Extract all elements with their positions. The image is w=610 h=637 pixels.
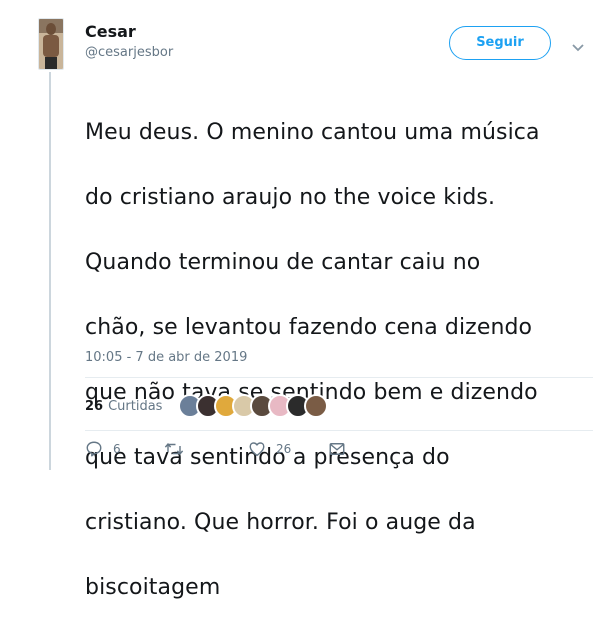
- reply-action[interactable]: 6: [85, 440, 121, 458]
- likes-count[interactable]: 26: [85, 399, 103, 414]
- tweet-text-line: do cristiano araujo no the voice kids.: [85, 184, 496, 210]
- heart-icon: [249, 442, 265, 457]
- tweet-text-line: cristiano. Que horror. Foi o auge da: [85, 509, 476, 535]
- like-action[interactable]: 26: [248, 440, 291, 458]
- liker-avatars: [178, 394, 329, 418]
- tweet-text-line: Quando terminou de cantar caiu no: [85, 249, 481, 275]
- reply-count: 6: [113, 442, 121, 456]
- divider: [85, 430, 593, 431]
- tweet-text-line: Meu deus. O menino cantou uma música: [85, 119, 540, 145]
- retweet-action[interactable]: [164, 440, 194, 458]
- tweet-timestamp[interactable]: 10:05 - 7 de abr de 2019: [85, 350, 247, 365]
- reply-icon: [86, 441, 102, 457]
- likes-label[interactable]: Curtidas: [108, 399, 162, 414]
- thread-line: [49, 72, 51, 470]
- author-handle[interactable]: @cesarjesbor: [85, 44, 173, 62]
- author-display-name[interactable]: Cesar: [85, 22, 173, 42]
- tweet-text-line: biscoitagem: [85, 574, 221, 600]
- likes-summary: 26 Curtidas: [85, 390, 329, 422]
- envelope-icon: [329, 443, 345, 455]
- avatar-icon[interactable]: [304, 394, 329, 418]
- follow-button[interactable]: Seguir: [449, 26, 551, 60]
- direct-message-action[interactable]: [328, 440, 346, 458]
- tweet-text-line: chão, se levantou fazendo cena dizendo: [85, 314, 533, 340]
- like-count: 26: [276, 442, 292, 456]
- divider: [85, 377, 593, 378]
- chevron-down-icon[interactable]: [571, 38, 585, 52]
- author-avatar[interactable]: [38, 18, 64, 70]
- retweet-icon: [164, 443, 184, 455]
- author-info: Cesar @cesarjesbor: [85, 22, 173, 62]
